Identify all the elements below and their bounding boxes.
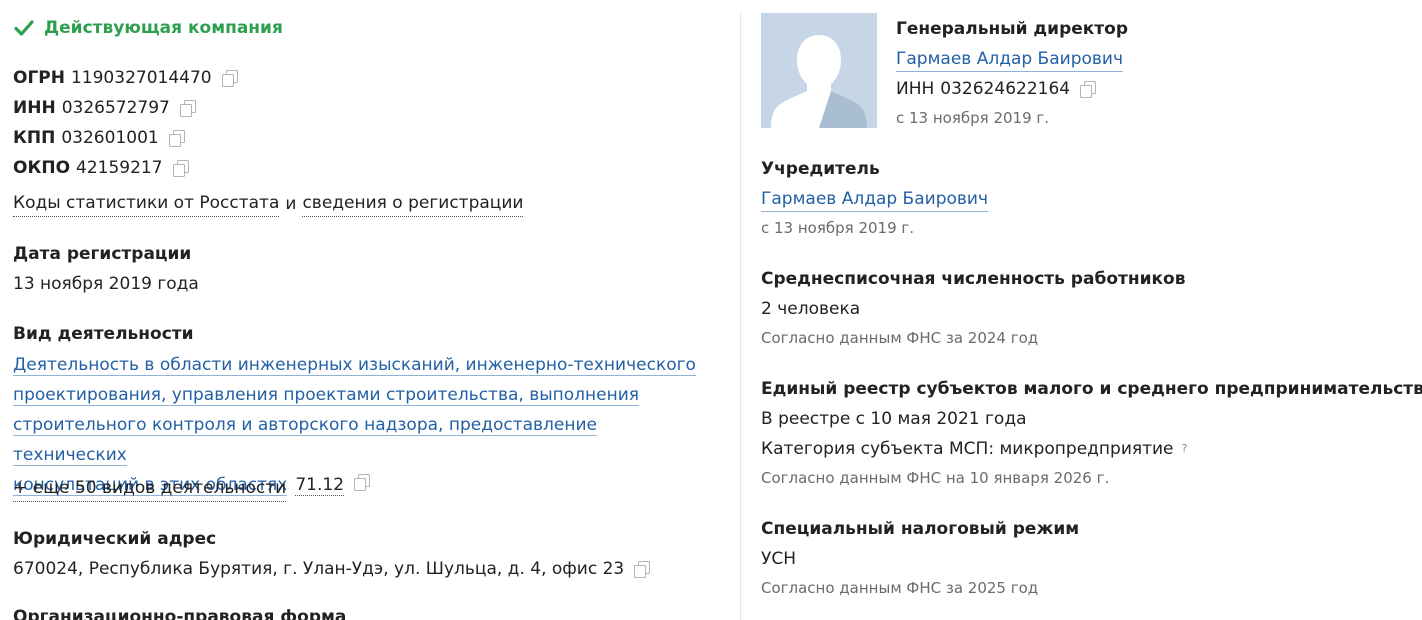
rosstat-codes-link[interactable]: Коды статистики от Росстата — [13, 191, 280, 217]
founder-name-row: Гармаев Алдар Баирович — [761, 187, 988, 212]
ogrn-label: ОГРН — [13, 68, 65, 88]
column-divider — [740, 12, 741, 620]
copy-icon[interactable] — [168, 130, 185, 147]
director-inn-label: ИНН — [896, 79, 935, 99]
company-card: Действующая компания ОГРН 1190327014470 … — [0, 0, 1422, 620]
legal-form-title: Организационно-правовая форма — [13, 607, 347, 620]
stats-row: Коды статистики от Росстата и сведения о… — [13, 191, 524, 217]
employees-source: Согласно данным ФНС за 2024 год — [761, 329, 1039, 347]
sme-category: Категория субъекта МСП: микропредприятие — [761, 439, 1174, 459]
director-inn-value: 032624622164 — [940, 79, 1071, 99]
director-title: Генеральный директор — [896, 19, 1129, 39]
stats-and: и — [285, 194, 297, 214]
address-row: 670024, Республика Бурятия, г. Улан-Удэ,… — [13, 557, 651, 581]
address-title: Юридический адрес — [13, 529, 217, 549]
director-since: с 13 ноября 2019 г. — [896, 109, 1050, 127]
ogrn-row: ОГРН 1190327014470 — [13, 66, 238, 90]
copy-icon[interactable] — [172, 160, 189, 177]
okpo-value: 42159217 — [76, 158, 163, 178]
activity-line: Деятельность в области инженерных изыска… — [13, 355, 696, 375]
person-silhouette-icon — [761, 13, 877, 128]
sme-source: Согласно данным ФНС на 10 января 2026 г. — [761, 469, 1110, 487]
address-value: 670024, Республика Бурятия, г. Улан-Удэ,… — [13, 559, 625, 579]
inn-row: ИНН 0326572797 — [13, 96, 196, 120]
okpo-row: ОКПО 42159217 — [13, 156, 189, 180]
activity-link[interactable]: Деятельность в области инженерных изыска… — [13, 355, 696, 376]
activity-link[interactable]: проектирования, управления проектами стр… — [13, 385, 639, 406]
employees-value: 2 человека — [761, 299, 861, 319]
status-label: Действующая компания — [44, 18, 283, 38]
sme-category-row: Категория субъекта МСП: микропредприятие… — [761, 437, 1187, 461]
employees-title: Среднесписочная численность работников — [761, 269, 1186, 289]
tax-value: УСН — [761, 549, 797, 569]
avatar — [761, 13, 877, 128]
activity-line: строительного контроля и авторского надз… — [13, 415, 597, 465]
registration-title: Дата регистрации — [13, 244, 192, 264]
activity-code[interactable]: 71.12 — [295, 475, 345, 496]
inn-label: ИНН — [13, 98, 56, 118]
more-activities-link[interactable]: + еще 50 видов деятельности — [13, 476, 287, 502]
ogrn-value: 1190327014470 — [70, 68, 212, 88]
inn-value: 0326572797 — [61, 98, 170, 118]
registration-info-link[interactable]: сведения о регистрации — [302, 191, 524, 217]
copy-icon[interactable] — [634, 561, 651, 578]
copy-icon[interactable] — [221, 70, 238, 87]
check-icon — [14, 20, 34, 36]
copy-icon[interactable] — [1080, 81, 1097, 98]
sme-title: Единый реестр субъектов малого и среднег… — [761, 379, 1422, 399]
sme-registry: В реестре с 10 мая 2021 года — [761, 409, 1027, 429]
activity-line: проектирования, управления проектами стр… — [13, 385, 639, 405]
copy-icon[interactable] — [354, 474, 371, 491]
director-name-row: Гармаев Алдар Баирович — [896, 47, 1123, 72]
copy-icon[interactable] — [179, 100, 196, 117]
director-inn-row: ИНН 032624622164 — [896, 77, 1097, 101]
founder-title: Учредитель — [761, 159, 880, 179]
tax-title: Специальный налоговый режим — [761, 519, 1080, 539]
okpo-label: ОКПО — [13, 158, 71, 178]
founder-name-link[interactable]: Гармаев Алдар Баирович — [761, 187, 988, 212]
activity-link[interactable]: строительного контроля и авторского надз… — [13, 415, 597, 466]
status-badge: Действующая компания — [13, 17, 283, 39]
activity-title: Вид деятельности — [13, 324, 194, 344]
tax-source: Согласно данным ФНС за 2025 год — [761, 579, 1039, 597]
kpp-value: 032601001 — [61, 128, 159, 148]
kpp-row: КПП 032601001 — [13, 126, 185, 150]
more-activities-row: + еще 50 видов деятельности — [13, 476, 287, 502]
director-name-link[interactable]: Гармаев Алдар Баирович — [896, 47, 1123, 72]
founder-since: с 13 ноября 2019 г. — [761, 219, 915, 237]
registration-value: 13 ноября 2019 года — [13, 274, 199, 294]
help-icon[interactable]: ? — [1182, 437, 1188, 461]
kpp-label: КПП — [13, 128, 56, 148]
